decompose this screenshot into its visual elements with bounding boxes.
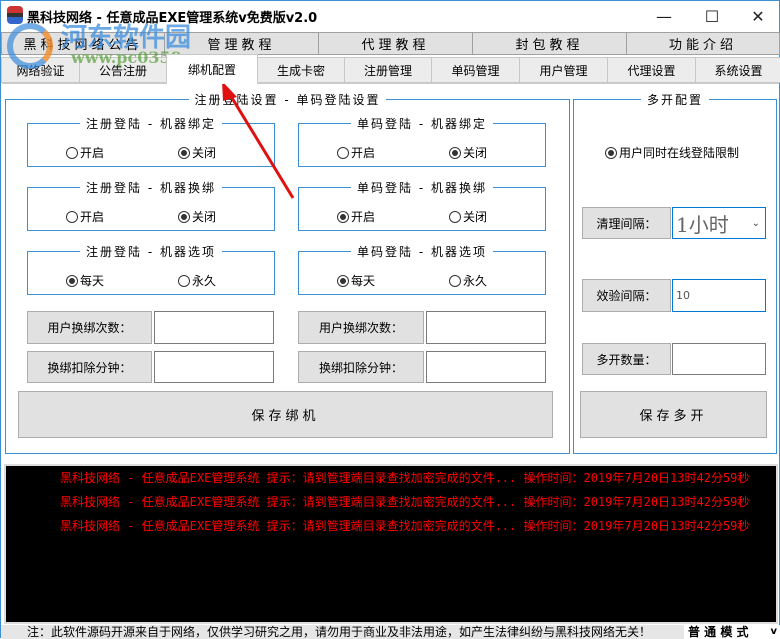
radio-option[interactable]: 关闭	[178, 208, 216, 225]
watermark-logo	[7, 23, 53, 69]
radio-indicator	[337, 210, 349, 223]
radio-option[interactable]: 开启	[337, 144, 375, 161]
radio-group-title: 单码登陆 - 机器选项	[351, 245, 493, 259]
radio-group-title: 注册登陆 - 机器选项	[80, 245, 222, 259]
radio-option[interactable]: 永久	[178, 272, 216, 289]
status-bar: 注：此软件源码开源来自于网络，仅供学习研究之用，请勿用于商业及非法用途，如产生法…	[1, 625, 780, 639]
log-line: 黑科技网络 - 任意成品EXE管理系统 提示：请到管理端目录查找加密完成的文件.…	[60, 471, 750, 485]
code-rebind-minutes-label: 换绑扣除分钟：	[298, 351, 424, 383]
online-limit-label: 用户同时在线登陆限制	[619, 146, 740, 160]
radio-group-title: 单码登陆 - 机器换绑	[351, 181, 493, 195]
radio-option[interactable]: 开启	[337, 208, 375, 225]
radio-label: 每天	[80, 274, 105, 288]
radio-indicator	[337, 146, 349, 159]
radio-option[interactable]: 每天	[66, 272, 104, 289]
maximize-button[interactable]: ☐	[689, 1, 735, 31]
radio-group: 单码登陆 - 机器换绑 开启 关闭	[298, 181, 546, 231]
radio-label: 开启	[80, 210, 105, 224]
radio-group: 注册登陆 - 机器绑定 开启 关闭	[27, 117, 275, 167]
radio-group-title: 单码登陆 - 机器绑定	[351, 117, 493, 131]
radio-label: 开启	[80, 146, 105, 160]
minimize-button[interactable]: —	[641, 1, 687, 31]
sub-tab-6[interactable]: 用户管理	[519, 57, 608, 83]
radio-label: 关闭	[463, 146, 488, 160]
code-bind-count-label: 用户换绑次数：	[298, 311, 424, 344]
verify-interval-input[interactable]: 10	[672, 279, 766, 312]
log-line: 黑科技网络 - 任意成品EXE管理系统 提示：请到管理端目录查找加密完成的文件.…	[60, 495, 750, 509]
radio-indicator	[449, 274, 461, 287]
top-tab-agent-tutorial[interactable]: 代理教程	[318, 32, 473, 55]
clean-interval-value: 1小时	[676, 212, 729, 237]
sub-tab-7[interactable]: 代理设置	[607, 57, 696, 83]
radio-group: 注册登陆 - 机器换绑 开启 关闭	[27, 181, 275, 231]
radio-option[interactable]: 开启	[66, 208, 104, 225]
radio-label: 开启	[351, 210, 376, 224]
radio-label: 关闭	[192, 146, 217, 160]
sub-tab-8[interactable]: 系统设置	[695, 57, 780, 83]
radio-indicator	[66, 210, 78, 223]
radio-label: 开启	[351, 146, 376, 160]
mode-value: 普 通 模 式	[688, 625, 749, 639]
radio-indicator	[449, 210, 461, 223]
sub-tab-4[interactable]: 注册管理	[344, 57, 432, 83]
radio-group: 单码登陆 - 机器选项 每天 永久	[298, 245, 546, 295]
group-title: 注册登陆设置 - 单码登陆设置	[188, 93, 387, 107]
radio-option[interactable]: 关闭	[449, 208, 487, 225]
save-binding-button[interactable]: 保存绑机	[18, 391, 553, 438]
code-bind-count-input[interactable]	[426, 311, 546, 344]
mode-select[interactable]: 普 通 模 式 v	[684, 625, 780, 639]
sub-tab-2[interactable]: 绑机配置	[166, 54, 258, 84]
close-button[interactable]: ✕	[735, 1, 780, 31]
radio-group-title: 注册登陆 - 机器绑定	[80, 117, 222, 131]
app-window: 黑科技网络 - 任意成品EXE管理系统v免费版v2.0 — ☐ ✕ 黑科技网络公…	[0, 0, 780, 639]
group-title: 多开配置	[640, 93, 709, 107]
clean-interval-select[interactable]: 1小时 ⌄	[672, 207, 766, 239]
bind-count-label: 用户换绑次数：	[27, 311, 152, 344]
radio-indicator	[178, 146, 190, 159]
code-rebind-minutes-input[interactable]	[426, 351, 546, 383]
radio-indicator	[449, 146, 461, 159]
chevron-down-icon: v	[770, 626, 777, 637]
radio-label: 永久	[192, 274, 217, 288]
sub-tab-5[interactable]: 单码管理	[431, 57, 520, 83]
radio-group-title: 注册登陆 - 机器换绑	[80, 181, 222, 195]
bind-count-input[interactable]	[154, 311, 274, 344]
radio-option[interactable]: 关闭	[449, 144, 487, 161]
rebind-minutes-label: 换绑扣除分钟：	[27, 351, 152, 383]
top-tab-pack-tutorial[interactable]: 封包教程	[472, 32, 627, 55]
radio-option[interactable]: 关闭	[178, 144, 216, 161]
save-multi-open-button[interactable]: 保存多开	[580, 391, 767, 438]
radio-option[interactable]: 开启	[66, 144, 104, 161]
disclaimer-text: 注：此软件源码开源来自于网络，仅供学习研究之用，请勿用于商业及非法用途，如产生法…	[27, 625, 652, 639]
online-limit-radio[interactable]: 用户同时在线登陆限制	[605, 144, 739, 161]
log-line: 黑科技网络 - 任意成品EXE管理系统 提示：请到管理端目录查找加密完成的文件.…	[60, 519, 750, 533]
app-icon	[7, 6, 23, 24]
radio-label: 关闭	[463, 210, 488, 224]
clean-interval-label: 清理间隔：	[582, 207, 671, 239]
radio-label: 永久	[463, 274, 488, 288]
radio-option[interactable]: 永久	[449, 272, 487, 289]
radio-indicator	[178, 210, 190, 223]
radio-label: 每天	[351, 274, 376, 288]
radio-group: 注册登陆 - 机器选项 每天 永久	[27, 245, 275, 295]
radio-indicator	[178, 274, 190, 287]
open-count-input[interactable]	[672, 343, 766, 375]
radio-indicator	[66, 146, 78, 159]
radio-label: 关闭	[192, 210, 217, 224]
radio-indicator	[337, 274, 349, 287]
rebind-minutes-input[interactable]	[154, 351, 274, 383]
open-count-label: 多开数量：	[582, 343, 671, 375]
radio-indicator	[66, 274, 78, 287]
chevron-down-icon: ⌄	[751, 217, 760, 229]
radio-group: 单码登陆 - 机器绑定 开启 关闭	[298, 117, 546, 167]
radio-indicator	[605, 146, 617, 159]
top-tab-features[interactable]: 功能介绍	[626, 32, 780, 55]
verify-interval-label: 效验间隔：	[582, 279, 671, 312]
log-console: 黑科技网络 - 任意成品EXE管理系统 提示：请到管理端目录查找加密完成的文件.…	[4, 464, 778, 624]
sub-tab-3[interactable]: 生成卡密	[257, 57, 345, 83]
radio-option[interactable]: 每天	[337, 272, 375, 289]
